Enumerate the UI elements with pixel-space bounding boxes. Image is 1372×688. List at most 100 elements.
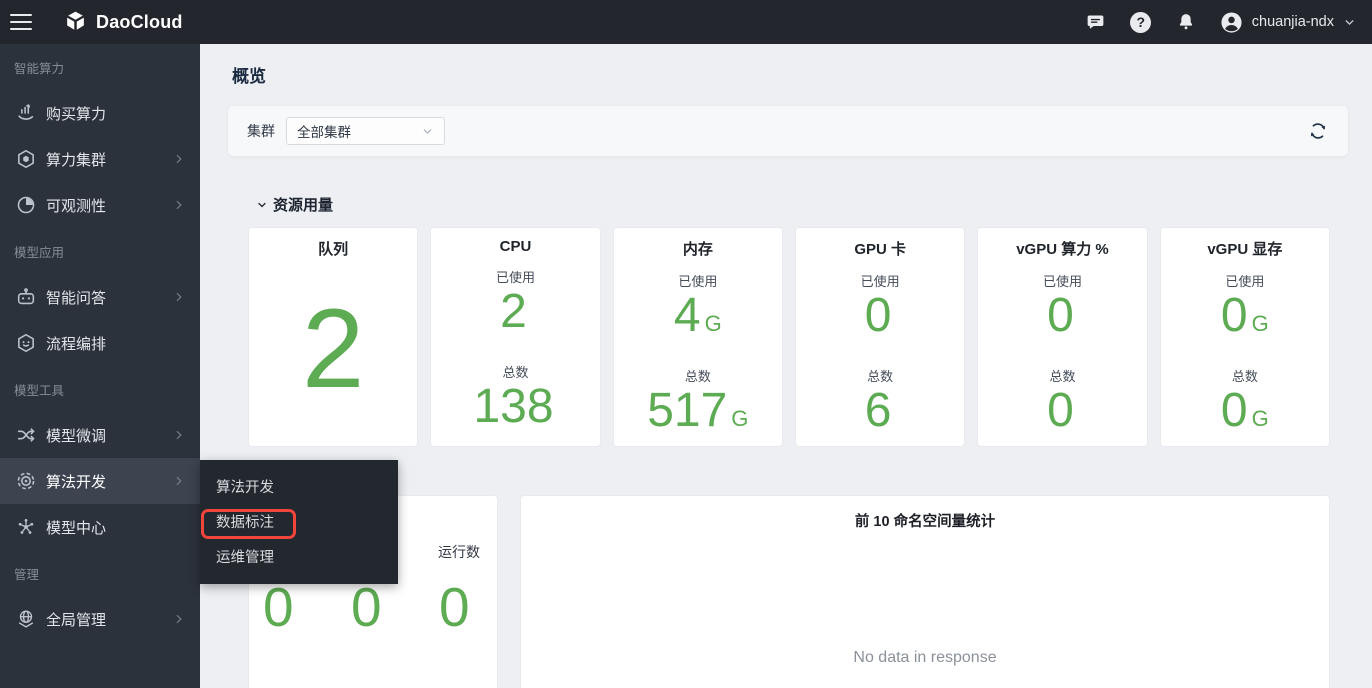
sidebar-item-label: 模型微调 (46, 425, 172, 446)
sidebar-item-label: 购买算力 (46, 103, 186, 124)
used-label: 已使用 (1161, 271, 1329, 290)
sidebar-item-label: 全局管理 (46, 609, 172, 630)
sidebar-item-model-center[interactable]: 模型中心 (0, 504, 200, 550)
used-label: 已使用 (431, 267, 599, 286)
card-queue: 队列 2 (248, 227, 418, 447)
total-label: 总数 (1161, 366, 1329, 385)
total-value: 6 (796, 387, 964, 435)
topbar-right: ? chuanjia-ndx (1085, 11, 1356, 34)
chevron-down-icon (256, 199, 268, 211)
brand[interactable]: DaoCloud (63, 10, 183, 35)
used-value: 0 (978, 292, 1146, 340)
sidebar-item-label: 算力集群 (46, 149, 172, 170)
user-menu[interactable]: chuanjia-ndx (1220, 11, 1356, 34)
used-value: 0G (1161, 292, 1329, 340)
filter-bar: 集群 全部集群 (228, 106, 1348, 156)
menu-icon[interactable] (10, 14, 32, 30)
chevron-right-icon (172, 612, 186, 626)
sidebar-item-workflow[interactable]: 流程编排 (0, 320, 200, 366)
resource-section-title: 资源用量 (273, 194, 333, 215)
sidebar-item-label: 流程编排 (46, 333, 186, 354)
robot-icon (14, 285, 38, 309)
sidebar-item-compute-cluster[interactable]: 算力集群 (0, 136, 200, 182)
unit-label: G (731, 406, 748, 431)
unit-label: G (1252, 311, 1269, 336)
page-title: 概览 (232, 62, 266, 87)
brand-name: DaoCloud (96, 12, 183, 33)
bell-icon[interactable] (1175, 11, 1197, 33)
queue-value: 2 (249, 299, 417, 400)
unit-label: G (705, 311, 722, 336)
message-icon[interactable] (1085, 11, 1107, 33)
tune-icon (14, 423, 38, 447)
no-data-message: No data in response (521, 649, 1329, 667)
card-memory: 内存 已使用 4G 总数 517G (613, 227, 783, 447)
algorithm-dev-submenu: 算法开发 数据标注 运维管理 (200, 460, 398, 584)
chevron-down-icon (421, 125, 434, 138)
total-label: 总数 (978, 366, 1146, 385)
sidebar-item-buy-compute[interactable]: 购买算力 (0, 90, 200, 136)
task-stat-value: 0 (439, 580, 470, 635)
chevron-down-icon (1343, 16, 1356, 29)
chevron-right-icon (172, 152, 186, 166)
sidebar-section-model-tools: 模型工具 (0, 366, 200, 412)
namespace-stats-card: 前 10 命名空间量统计 No data in response (520, 495, 1330, 688)
sidebar-section-model-apps: 模型应用 (0, 228, 200, 274)
submenu-item-algorithm-dev[interactable]: 算法开发 (200, 469, 398, 504)
sidebar-section-management: 管理 (0, 550, 200, 596)
task-stat-value: 0 (263, 580, 294, 635)
used-label: 已使用 (978, 271, 1146, 290)
total-label: 总数 (614, 366, 782, 385)
sidebar-section-smart-compute: 智能算力 (0, 44, 200, 90)
submenu-item-ops-management[interactable]: 运维管理 (200, 539, 398, 574)
cluster-select[interactable]: 全部集群 (286, 117, 445, 145)
total-value: 0G (1161, 387, 1329, 435)
card-vgpu-compute: vGPU 算力 % 已使用 0 总数 0 (977, 227, 1147, 447)
card-title: vGPU 显存 (1161, 238, 1329, 259)
card-title: GPU 卡 (796, 238, 964, 259)
chevron-right-icon (172, 428, 186, 442)
total-label: 总数 (796, 366, 964, 385)
app-screen: DaoCloud ? (0, 0, 1372, 688)
cluster-icon (14, 147, 38, 171)
avatar-icon (1220, 11, 1243, 34)
refresh-icon[interactable] (1307, 120, 1329, 142)
topbar: DaoCloud ? (0, 0, 1372, 44)
username: chuanjia-ndx (1252, 14, 1334, 30)
card-title: CPU (431, 238, 599, 255)
sidebar-item-observability[interactable]: 可观测性 (0, 182, 200, 228)
target-icon (14, 469, 38, 493)
hand-chart-icon (14, 101, 38, 125)
sidebar-item-label: 模型中心 (46, 517, 186, 538)
sidebar-item-global-management[interactable]: 全局管理 (0, 596, 200, 642)
cluster-filter-label: 集群 (247, 121, 275, 141)
submenu-item-data-annotation[interactable]: 数据标注 (200, 504, 398, 539)
chevron-right-icon (172, 474, 186, 488)
namespace-chart-title: 前 10 命名空间量统计 (521, 510, 1329, 531)
help-icon[interactable]: ? (1130, 11, 1152, 33)
sidebar-item-label: 算法开发 (46, 471, 172, 492)
sidebar: 智能算力 购买算力 算力集群 (0, 44, 200, 688)
chevron-right-icon (172, 290, 186, 304)
task-stat-value: 0 (351, 580, 382, 635)
sidebar-item-model-finetune[interactable]: 模型微调 (0, 412, 200, 458)
sidebar-item-label: 智能问答 (46, 287, 172, 308)
used-label: 已使用 (796, 271, 964, 290)
cluster-select-value: 全部集群 (297, 121, 351, 141)
sidebar-item-label: 可观测性 (46, 195, 172, 216)
resource-cards-row: 队列 2 CPU 已使用 2 总数 138 内存 已使用 4G 总数 517G … (248, 227, 1330, 447)
daocloud-logo-icon (63, 10, 88, 35)
resource-section-header[interactable]: 资源用量 (256, 194, 333, 215)
chevron-right-icon (172, 198, 186, 212)
sidebar-item-algorithm-dev[interactable]: 算法开发 (0, 458, 200, 504)
main-content: 概览 集群 全部集群 资源用量 (200, 44, 1372, 688)
card-cpu: CPU 已使用 2 总数 138 (430, 227, 600, 447)
card-title: 队列 (249, 238, 417, 259)
sidebar-item-smart-qa[interactable]: 智能问答 (0, 274, 200, 320)
used-label: 已使用 (614, 271, 782, 290)
used-value: 2 (431, 288, 599, 336)
card-gpu: GPU 卡 已使用 0 总数 6 (795, 227, 965, 447)
used-value: 4G (614, 292, 782, 340)
total-label: 总数 (431, 362, 599, 381)
run-count-label: 运行数 (438, 542, 480, 562)
